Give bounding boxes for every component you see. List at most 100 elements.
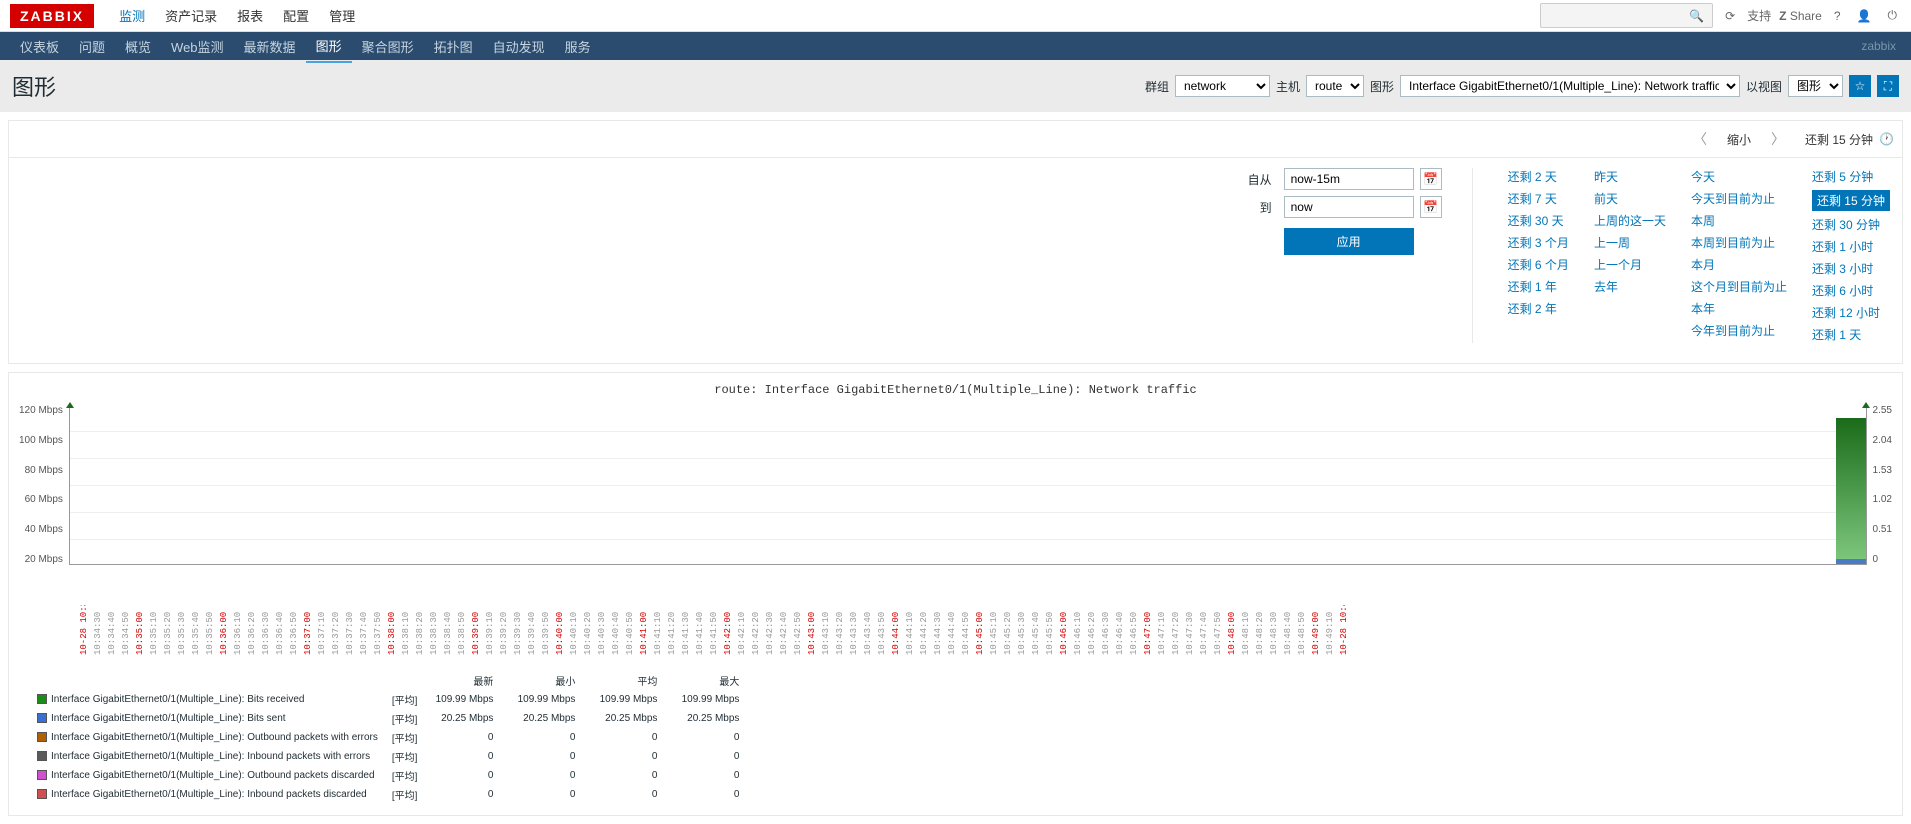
graph-title: route: Interface GigabitEthernet0/1(Mult… (19, 383, 1892, 397)
time-shortcut[interactable]: 还剩 2 天 (1508, 168, 1569, 185)
time-shortcut[interactable]: 还剩 1 年 (1508, 278, 1569, 295)
sub-nav: 仪表板问题概览Web监测最新数据图形聚合图形拓扑图自动发现服务 zabbix (0, 32, 1911, 60)
graph-select[interactable]: Interface GigabitEthernet0/1(Multiple_Li… (1400, 75, 1740, 97)
x-axis: 10-28 10:3410:34:3010:34:4010:34:5010:35… (79, 605, 1852, 655)
time-selector: 〈 缩小 〉 还剩 15 分钟 🕐 自从 📅 到 📅 应用 还剩 2 天还剩 7… (8, 120, 1903, 364)
sub-nav-5[interactable]: 图形 (306, 30, 352, 63)
legend-row: Interface GigabitEthernet0/1(Multiple_Li… (31, 729, 751, 746)
bar-bits-received (1836, 418, 1866, 564)
legend-table: 最新最小平均最大 Interface GigabitEthernet0/1(Mu… (29, 670, 753, 805)
time-shortcut[interactable]: 还剩 15 分钟 (1812, 190, 1890, 211)
main-nav-3[interactable]: 配置 (273, 0, 319, 33)
legend-row: Interface GigabitEthernet0/1(Multiple_Li… (31, 786, 751, 803)
sub-nav-0[interactable]: 仪表板 (10, 31, 69, 62)
time-shortcut[interactable]: 还剩 5 分钟 (1812, 168, 1890, 185)
sub-nav-9[interactable]: 服务 (555, 31, 601, 62)
marker-right-icon (1862, 402, 1870, 408)
clock-icon[interactable]: 🕐 (1879, 132, 1894, 146)
time-shortcut[interactable]: 本月 (1691, 256, 1787, 273)
to-label: 到 (1248, 199, 1278, 216)
bar-bits-sent (1836, 559, 1866, 564)
sub-nav-7[interactable]: 拓扑图 (424, 31, 483, 62)
time-shortcut[interactable]: 上周的这一天 (1594, 212, 1666, 229)
main-nav-2[interactable]: 报表 (227, 0, 273, 33)
time-shortcut[interactable]: 去年 (1594, 278, 1666, 295)
time-shortcut[interactable]: 还剩 12 小时 (1812, 304, 1890, 321)
main-nav-0[interactable]: 监测 (109, 0, 155, 33)
host-label: 主机 (1276, 78, 1300, 95)
time-shortcut[interactable]: 还剩 6 小时 (1812, 282, 1890, 299)
marker-left-icon (66, 402, 74, 408)
favorite-button[interactable]: ☆ (1849, 75, 1871, 97)
time-shortcut[interactable]: 还剩 30 分钟 (1812, 216, 1890, 233)
support-link[interactable]: 支持 (1747, 7, 1771, 24)
time-shortcut[interactable]: 本周到目前为止 (1691, 234, 1787, 251)
time-shortcut[interactable]: 还剩 7 天 (1508, 190, 1569, 207)
graph-panel: route: Interface GigabitEthernet0/1(Mult… (8, 372, 1903, 816)
main-nav-1[interactable]: 资产记录 (155, 0, 227, 33)
time-shortcut[interactable]: 今年到目前为止 (1691, 322, 1787, 339)
group-select[interactable]: network (1175, 75, 1270, 97)
main-header: ZABBIX 监测资产记录报表配置管理 🔍 ⟳ 支持 Z Share ? 👤 ⏻ (0, 0, 1911, 32)
page-header: 图形 群组 network 主机 route 图形 Interface Giga… (0, 60, 1911, 112)
refresh-icon[interactable]: ⟳ (1721, 5, 1739, 27)
time-prev-icon[interactable]: 〈 (1685, 125, 1715, 153)
legend-row: Interface GigabitEthernet0/1(Multiple_Li… (31, 710, 751, 727)
time-shortcut[interactable]: 还剩 3 小时 (1812, 260, 1890, 277)
sub-nav-4[interactable]: 最新数据 (234, 31, 306, 62)
from-calendar-icon[interactable]: 📅 (1420, 168, 1442, 190)
time-shortcut[interactable]: 本周 (1691, 212, 1787, 229)
main-nav: 监测资产记录报表配置管理 (109, 0, 365, 33)
y-axis-left: 120 Mbps100 Mbps80 Mbps60 Mbps40 Mbps20 … (19, 405, 69, 565)
share-link[interactable]: Z Share (1779, 9, 1822, 23)
from-label: 自从 (1248, 171, 1278, 188)
apply-button[interactable]: 应用 (1284, 228, 1414, 255)
time-shortcut[interactable]: 还剩 3 个月 (1508, 234, 1569, 251)
time-shortcut[interactable]: 前天 (1594, 190, 1666, 207)
time-shortcut[interactable]: 今天到目前为止 (1691, 190, 1787, 207)
time-shortcut[interactable]: 昨天 (1594, 168, 1666, 185)
sub-nav-right: zabbix (1861, 39, 1901, 53)
time-shortcut[interactable]: 本年 (1691, 300, 1787, 317)
chart-plot[interactable] (69, 405, 1867, 565)
legend-row: Interface GigabitEthernet0/1(Multiple_Li… (31, 748, 751, 765)
search-icon[interactable]: 🔍 (1681, 5, 1712, 27)
from-input[interactable] (1284, 168, 1414, 190)
page-title: 图形 (12, 70, 56, 102)
main-nav-4[interactable]: 管理 (319, 0, 365, 33)
user-icon[interactable]: 👤 (1853, 5, 1876, 27)
time-shortcut[interactable]: 还剩 1 天 (1812, 326, 1890, 343)
sub-nav-8[interactable]: 自动发现 (483, 31, 555, 62)
legend-row: Interface GigabitEthernet0/1(Multiple_Li… (31, 767, 751, 784)
to-calendar-icon[interactable]: 📅 (1420, 196, 1442, 218)
y-axis-right: 2.552.041.531.020.510 (1867, 405, 1892, 565)
time-shortcut[interactable]: 今天 (1691, 168, 1787, 185)
time-shortcut[interactable]: 上一周 (1594, 234, 1666, 251)
group-label: 群组 (1145, 78, 1169, 95)
search-input[interactable] (1541, 4, 1681, 27)
zoom-out-button[interactable]: 缩小 (1719, 127, 1759, 152)
sub-nav-3[interactable]: Web监测 (161, 31, 234, 62)
power-icon[interactable]: ⏻ (1884, 4, 1902, 27)
time-shortcut[interactable]: 还剩 2 年 (1508, 300, 1569, 317)
time-shortcut[interactable]: 还剩 6 个月 (1508, 256, 1569, 273)
time-shortcut[interactable]: 还剩 1 小时 (1812, 238, 1890, 255)
view-label: 以视图 (1746, 78, 1782, 95)
time-shortcut[interactable]: 还剩 30 天 (1508, 212, 1569, 229)
legend-row: Interface GigabitEthernet0/1(Multiple_Li… (31, 691, 751, 708)
to-input[interactable] (1284, 196, 1414, 218)
logo[interactable]: ZABBIX (10, 4, 94, 28)
host-select[interactable]: route (1306, 75, 1364, 97)
time-shortcut[interactable]: 上一个月 (1594, 256, 1666, 273)
time-next-icon[interactable]: 〉 (1763, 125, 1793, 153)
sub-nav-2[interactable]: 概览 (115, 31, 161, 62)
view-select[interactable]: 图形 (1788, 75, 1843, 97)
time-shortcut[interactable]: 这个月到目前为止 (1691, 278, 1787, 295)
time-shortcuts: 还剩 2 天还剩 7 天还剩 30 天还剩 3 个月还剩 6 个月还剩 1 年还… (1472, 168, 1890, 343)
sub-nav-1[interactable]: 问题 (69, 31, 115, 62)
time-remaining: 还剩 15 分钟 (1805, 131, 1873, 148)
sub-nav-6[interactable]: 聚合图形 (352, 31, 424, 62)
graph-label: 图形 (1370, 78, 1394, 95)
help-icon[interactable]: ? (1830, 5, 1845, 27)
fullscreen-button[interactable]: ⛶ (1877, 75, 1899, 97)
